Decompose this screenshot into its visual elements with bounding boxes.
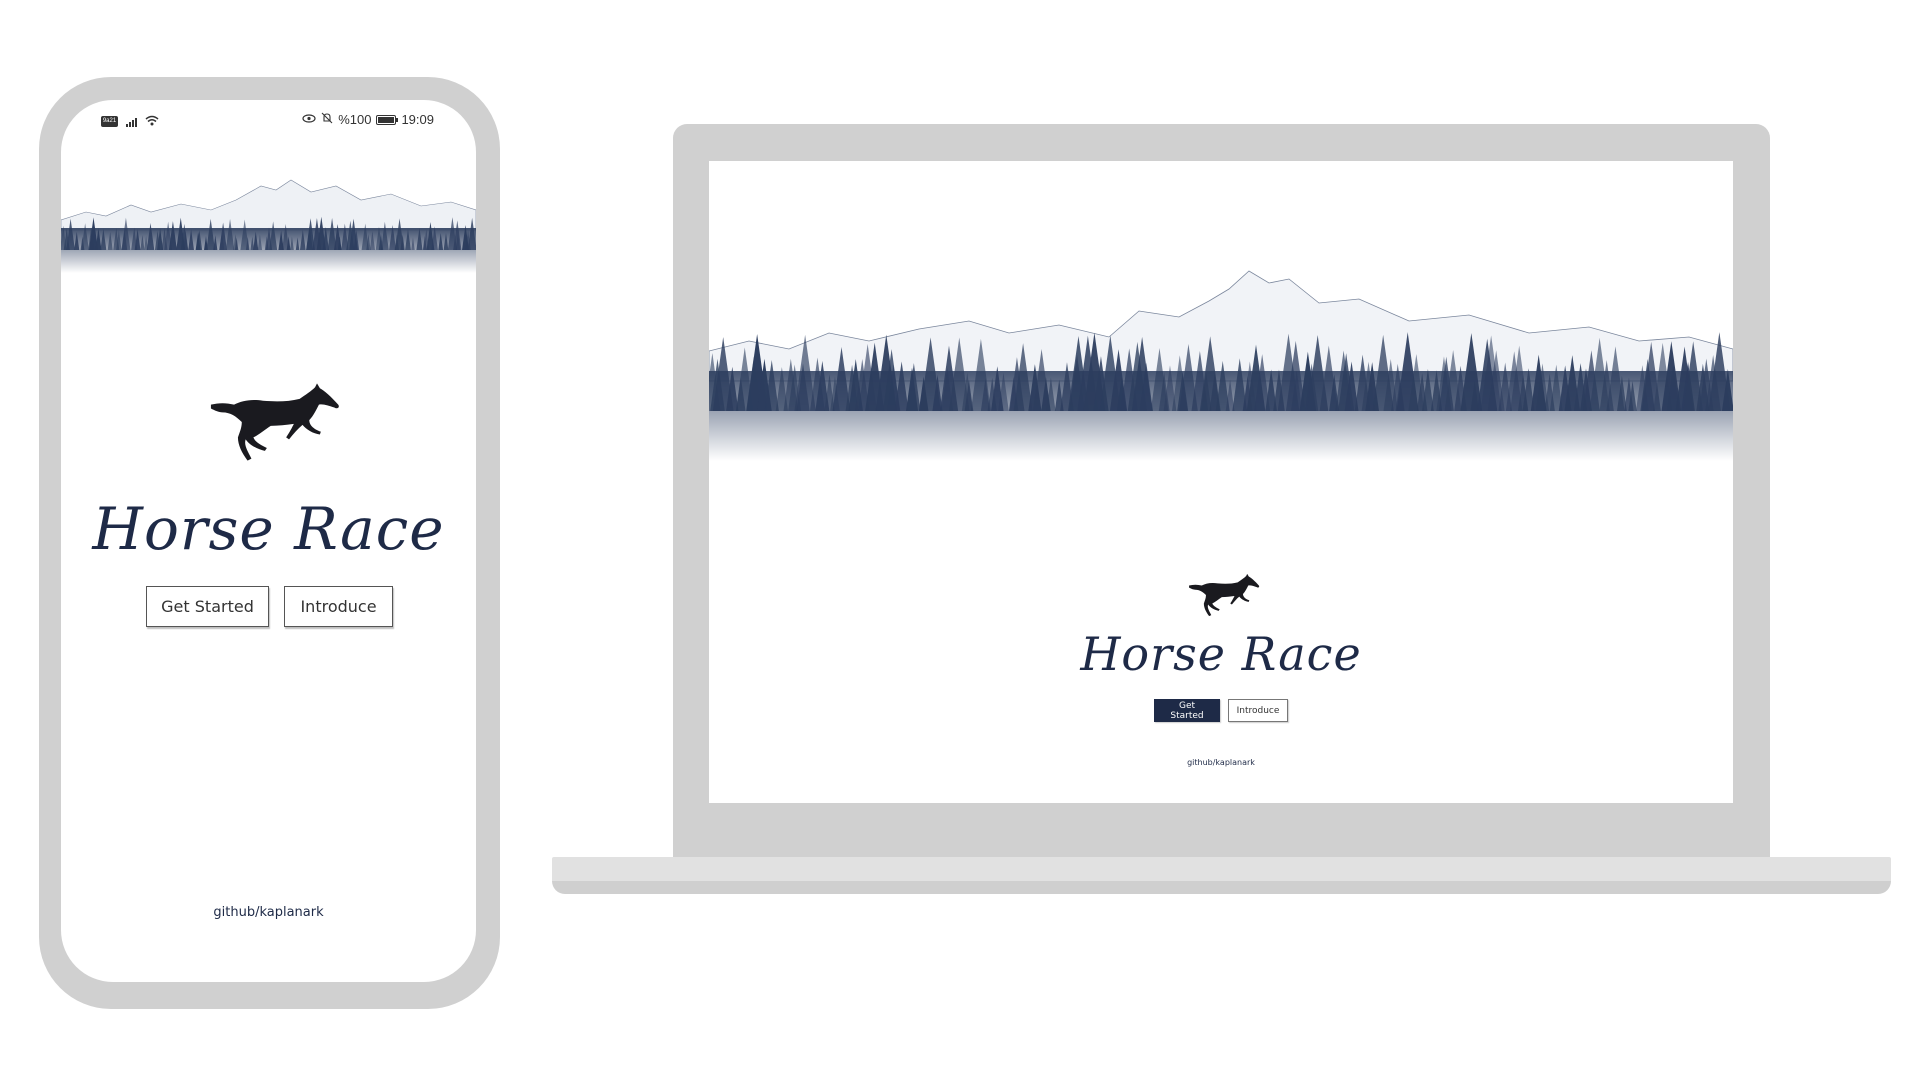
sim-badge: 9a21 [101,116,118,127]
laptop-screen: Horse Race Get Started Introduce github/… [709,161,1733,803]
get-started-button[interactable]: Get Started [1154,699,1220,722]
phone-status-bar: 9a21 %100 19:09 [61,100,476,140]
introduce-button[interactable]: Introduce [1228,699,1288,722]
battery-icon [376,114,399,125]
laptop-frame: Horse Race Get Started Introduce github/… [673,124,1770,860]
page-title: Horse Race [1080,627,1362,681]
status-right-group: %100 19:09 [302,112,434,127]
phone-screen: 9a21 %100 19:09 Horse Race Get Started I… [61,100,476,982]
page-title: Horse Race [92,495,445,563]
get-started-button[interactable]: Get Started [146,586,269,627]
eye-icon [302,113,316,127]
mute-bell-icon [321,112,333,127]
running-horse-icon [1188,573,1262,617]
github-link[interactable]: github/kaplanark [61,905,476,920]
wifi-icon [145,114,159,129]
signal-icon [126,117,137,127]
running-horse-icon [209,382,344,462]
mountain-forest-banner [61,179,476,273]
github-link[interactable]: github/kaplanark [709,758,1733,767]
phone-frame: 9a21 %100 19:09 Horse Race Get Started I… [39,77,500,1009]
introduce-button[interactable]: Introduce [284,586,393,627]
laptop-base [552,857,1891,881]
status-time: 19:09 [401,112,434,127]
laptop-base-edge [552,881,1891,894]
mountain-forest-banner [709,270,1733,461]
battery-percent: %100 [338,112,372,127]
status-left-group: 9a21 [101,114,159,129]
